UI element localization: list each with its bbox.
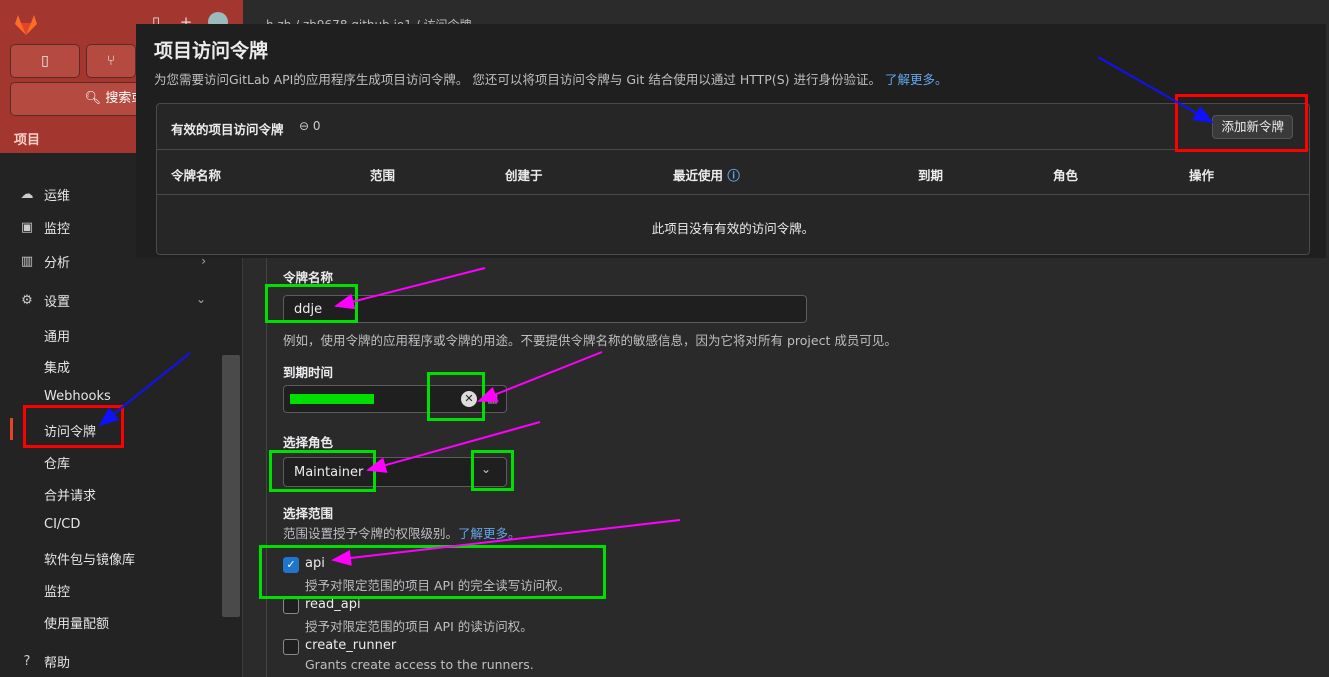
gear-icon: ⚙ [21, 292, 33, 308]
search-icon: 🔍︎ [84, 91, 102, 106]
settings-webhooks[interactable]: Webhooks [44, 389, 111, 404]
calendar-icon[interactable]: ▦ [487, 391, 498, 405]
token-form: 令牌名称 ddje 例如，使用令牌的应用程序或令牌的用途。不要提供令牌名称的敏感… [266, 255, 1329, 677]
col-expires: 到期 [918, 168, 944, 183]
token-count: 0 [312, 119, 321, 133]
project-access-tokens-card: 项目访问令牌 为您需要访问GitLab API的应用程序生成项目访问令牌。 您还… [136, 24, 1326, 258]
settings-usage-quotas[interactable]: 使用量配额 [44, 613, 109, 632]
col-actions: 操作 [1189, 168, 1215, 183]
monitor-icon: ▣ [20, 219, 34, 235]
question-icon[interactable]: ⓘ [727, 168, 740, 183]
section-project: 项目 [14, 133, 41, 148]
chart-icon: ▥ [20, 253, 34, 269]
nav-label: 设置 [44, 295, 71, 310]
settings-general[interactable]: 通用 [44, 326, 70, 345]
col-last-used: 最近使用 ⓘ [673, 165, 740, 184]
deploy-icon: ☁ [20, 186, 34, 202]
col-last-used-label: 最近使用 [673, 168, 724, 183]
annotation-box-access-tokens [23, 405, 124, 448]
learn-more-link[interactable]: 了解更多。 [885, 72, 948, 87]
token-name-help: 例如，使用令牌的应用程序或令牌的用途。不要提供令牌名称的敏感信息，因为它将对所有… [283, 333, 897, 348]
sidebar-scrollbar[interactable] [222, 355, 240, 617]
token-name-input[interactable]: ddje [283, 295, 807, 323]
role-label: 选择角色 [283, 435, 334, 450]
token-count-badge: ⊖ 0 [299, 119, 321, 133]
scope-read-api-checkbox[interactable] [283, 598, 299, 614]
nav-item-operate[interactable]: ☁ 运维 [18, 185, 71, 205]
annotation-box-add-button [1175, 94, 1308, 152]
scope-label: 选择范围 [283, 506, 334, 521]
help-icon: ? [23, 653, 31, 669]
settings-merge-requests[interactable]: 合并请求 [44, 485, 96, 504]
nav-label: 分析 [44, 256, 71, 271]
annotation-box-role-dropdown [471, 450, 514, 491]
merge-requests-button[interactable]: ⑂ [86, 44, 136, 78]
issues-button[interactable]: ▯ [10, 44, 80, 78]
col-token-name: 令牌名称 [171, 168, 222, 183]
gitlab-logo-icon[interactable] [12, 12, 40, 36]
scope-help-text: 范围设置授予令牌的权限级别。 [283, 526, 459, 541]
nav-item-monitor[interactable]: ▣ 监控 [18, 218, 71, 238]
scope-create-runner-desc: Grants create access to the runners. [305, 657, 534, 672]
scope-read-api-desc: 授予对限定范围的项目 API 的读访问权。 [305, 619, 533, 634]
annotation-box-name [265, 284, 358, 323]
col-scopes: 范围 [370, 168, 396, 183]
table-divider [157, 194, 1309, 195]
settings-monitor[interactable]: 监控 [44, 581, 70, 600]
expiry-label: 到期时间 [283, 365, 334, 380]
settings-integrations[interactable]: 集成 [44, 357, 70, 376]
annotation-box-api-scope [259, 545, 606, 599]
help-label: 帮助 [44, 656, 71, 671]
chevron-down-icon: ⌄ [195, 292, 206, 306]
redacted-date [290, 394, 374, 404]
scope-create-runner-name: create_runner [305, 638, 397, 653]
tokens-table-title: 有效的项目访问令牌 [171, 122, 284, 137]
annotation-box-clear [427, 372, 485, 421]
scope-create-runner-checkbox[interactable] [283, 639, 299, 655]
tokens-table-header: 有效的项目访问令牌 ⊖ 0 添加新令牌 [157, 104, 1309, 150]
nav-label: 监控 [44, 222, 71, 237]
scope-read-api-name: read_api [305, 597, 361, 612]
nav-item-analyze[interactable]: ▥ 分析 [18, 252, 71, 272]
page-description: 为您需要访问GitLab API的应用程序生成项目访问令牌。 您还可以将项目访问… [154, 69, 947, 88]
nav-label: 运维 [44, 189, 71, 204]
tokens-table: 有效的项目访问令牌 ⊖ 0 添加新令牌 令牌名称 范围 创建于 最近使用 ⓘ 到… [156, 103, 1310, 255]
settings-repository[interactable]: 仓库 [44, 453, 70, 472]
scope-help: 范围设置授予令牌的权限级别。了解更多。 [283, 523, 521, 542]
page-title: 项目访问令牌 [154, 40, 269, 62]
help-button[interactable]: ? 帮助 [18, 652, 71, 672]
active-indicator [10, 418, 13, 440]
empty-state-message: 此项目没有有效的访问令牌。 [651, 221, 815, 236]
description-text: 为您需要访问GitLab API的应用程序生成项目访问令牌。 您还可以将项目访问… [154, 72, 881, 87]
settings-packages[interactable]: 软件包与镜像库 [44, 549, 135, 568]
col-created: 创建于 [505, 168, 543, 183]
col-role: 角色 [1053, 168, 1079, 183]
annotation-box-role [269, 450, 376, 492]
scope-learn-more-link[interactable]: 了解更多。 [458, 526, 521, 541]
token-icon: ⊖ [299, 119, 310, 133]
settings-cicd[interactable]: CI/CD [44, 517, 80, 532]
nav-item-settings[interactable]: ⚙ 设置 [18, 291, 71, 311]
